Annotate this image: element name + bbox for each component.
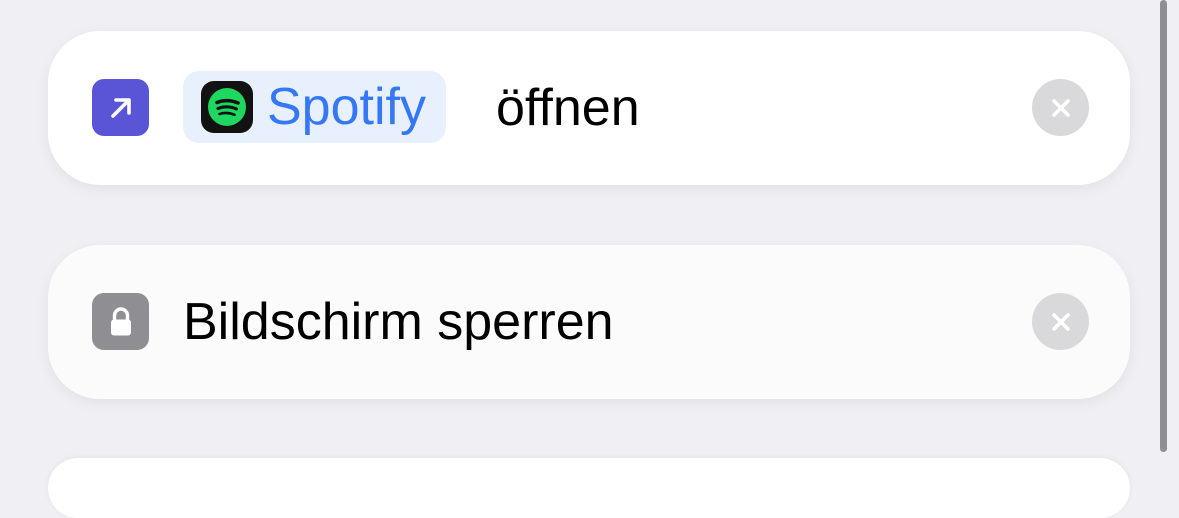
open-verb-label: öffnen <box>496 79 640 137</box>
next-action-card-partial <box>48 458 1130 518</box>
app-parameter-token[interactable]: Spotify <box>183 71 446 143</box>
lock-icon <box>92 293 149 350</box>
open-app-action-card[interactable]: Spotify öffnen <box>48 31 1130 185</box>
app-name-label: Spotify <box>267 78 426 136</box>
spotify-icon <box>201 81 253 133</box>
scrollbar-thumb[interactable] <box>1160 0 1167 452</box>
open-app-arrow-icon <box>92 79 149 136</box>
remove-action-button[interactable] <box>1032 293 1089 350</box>
close-icon <box>1051 312 1070 331</box>
lock-screen-label: Bildschirm sperren <box>183 293 614 351</box>
remove-action-button[interactable] <box>1032 79 1089 136</box>
lock-screen-action-card[interactable]: Bildschirm sperren <box>48 245 1130 399</box>
close-icon <box>1051 98 1070 117</box>
